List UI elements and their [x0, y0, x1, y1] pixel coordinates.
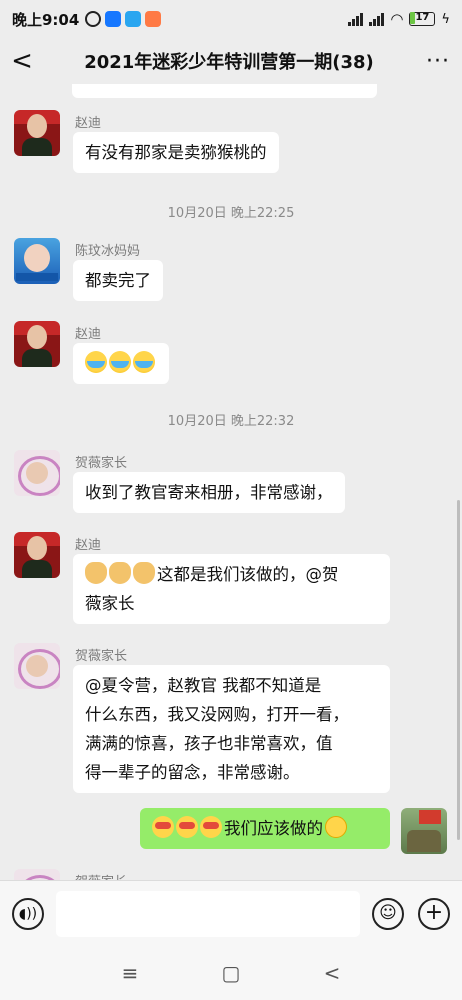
back-button[interactable]: <: [0, 46, 44, 76]
sender-name: 赵迪: [75, 116, 102, 131]
system-back-icon[interactable]: <: [324, 961, 341, 985]
status-app-icons: [85, 11, 162, 27]
dizzy-face-emoji-icon: [152, 816, 174, 838]
handshake-emoji-icon: [85, 562, 107, 584]
scrollbar[interactable]: [457, 500, 460, 840]
avatar[interactable]: [14, 238, 60, 284]
message-text-line: 什么东西，我又没网购，打开一看，: [85, 705, 349, 724]
dizzy-face-emoji-icon: [176, 816, 198, 838]
sender-name: 贺薇家长: [75, 456, 128, 471]
message-input[interactable]: [56, 891, 360, 937]
message-bubble[interactable]: 这都是我们该做的，@贺 薇家长: [73, 554, 390, 624]
chat-message-list[interactable]: 赵迪 有没有那家是卖猕猴桃的 10月20日 晚上22:25 陈玟冰妈妈 都卖完了…: [0, 84, 462, 880]
smile-emoji-icon: [325, 816, 347, 838]
voice-icon[interactable]: ◖)): [12, 898, 44, 930]
avatar[interactable]: [14, 869, 60, 880]
home-icon[interactable]: ▢: [222, 961, 241, 985]
my-message-bubble[interactable]: 我们应该做的: [140, 808, 390, 849]
message-text: 我们应该做的: [224, 819, 323, 838]
status-right: ◠ 17 ϟ: [348, 10, 450, 28]
status-time: 晚上9:04: [12, 10, 80, 29]
handshake-emoji-icon: [109, 562, 131, 584]
plus-icon[interactable]: +: [418, 898, 450, 930]
sender-name: 陈玟冰妈妈: [75, 244, 141, 259]
emoji-message-bubble[interactable]: [73, 343, 169, 384]
message-bubble[interactable]: 都卖完了: [73, 260, 163, 301]
tears-of-joy-emoji-icon: [85, 351, 107, 373]
avatar[interactable]: [14, 110, 60, 156]
tears-of-joy-emoji-icon: [109, 351, 131, 373]
timestamp: 10月20日 晚上22:32: [167, 414, 295, 429]
taobao-icon: [145, 11, 162, 27]
sender-name: 赵迪: [75, 327, 102, 342]
sender-name: 赵迪: [75, 538, 102, 553]
message-text-line: 满满的惊喜，孩子也非常喜欢，值: [85, 734, 333, 753]
app-notification-icon: [125, 11, 142, 27]
my-avatar[interactable]: [401, 808, 447, 854]
message-text-line: 得一辈子的留念，非常感谢。: [85, 763, 300, 782]
message-text-line: @夏令营，赵教官 我都不知道是: [85, 676, 322, 695]
avatar[interactable]: [14, 532, 60, 578]
battery-icon: 17: [409, 12, 436, 26]
avatar[interactable]: [14, 321, 60, 367]
system-navigation-bar: ≡ ▢ <: [0, 946, 462, 1000]
sender-name: 贺薇家长: [75, 871, 127, 880]
alarm-icon: [85, 11, 102, 27]
signal-icon-2: [369, 12, 385, 26]
message-bubble[interactable]: 有没有那家是卖猕猴桃的: [73, 132, 279, 173]
emoji-icon[interactable]: ☺: [372, 898, 404, 930]
status-bar: 晚上9:04 ◠ 17 ϟ: [0, 0, 462, 38]
sender-name: 贺薇家长: [75, 649, 128, 664]
charging-icon: ϟ: [441, 11, 450, 27]
message-bubble[interactable]: @夏令营，赵教官 我都不知道是 什么东西，我又没网购，打开一看， 满满的惊喜，孩…: [73, 665, 390, 793]
previous-message-bubble: [72, 84, 377, 98]
tears-of-joy-emoji-icon: [133, 351, 155, 373]
dizzy-face-emoji-icon: [200, 816, 222, 838]
message-text-line: 这都是我们该做的，@贺: [157, 565, 339, 584]
avatar[interactable]: [14, 450, 60, 496]
wifi-icon: ◠: [390, 10, 404, 28]
recent-apps-icon[interactable]: ≡: [122, 961, 139, 985]
more-options-button[interactable]: ···: [414, 49, 462, 74]
alipay-icon: [105, 11, 122, 27]
timestamp: 10月20日 晚上22:25: [167, 206, 295, 221]
signal-icon: [348, 12, 364, 26]
message-text-line: 薇家长: [85, 594, 135, 613]
input-bar: ◖)) ☺ +: [0, 880, 462, 946]
avatar[interactable]: [14, 643, 60, 689]
chat-header: < 2021年迷彩少年特训营第一期(38) ···: [0, 38, 462, 84]
handshake-emoji-icon: [133, 562, 155, 584]
battery-level: 17: [415, 12, 430, 23]
message-bubble[interactable]: 收到了教官寄来相册，非常感谢，: [73, 472, 345, 513]
chat-title: 2021年迷彩少年特训营第一期(38): [84, 52, 374, 73]
